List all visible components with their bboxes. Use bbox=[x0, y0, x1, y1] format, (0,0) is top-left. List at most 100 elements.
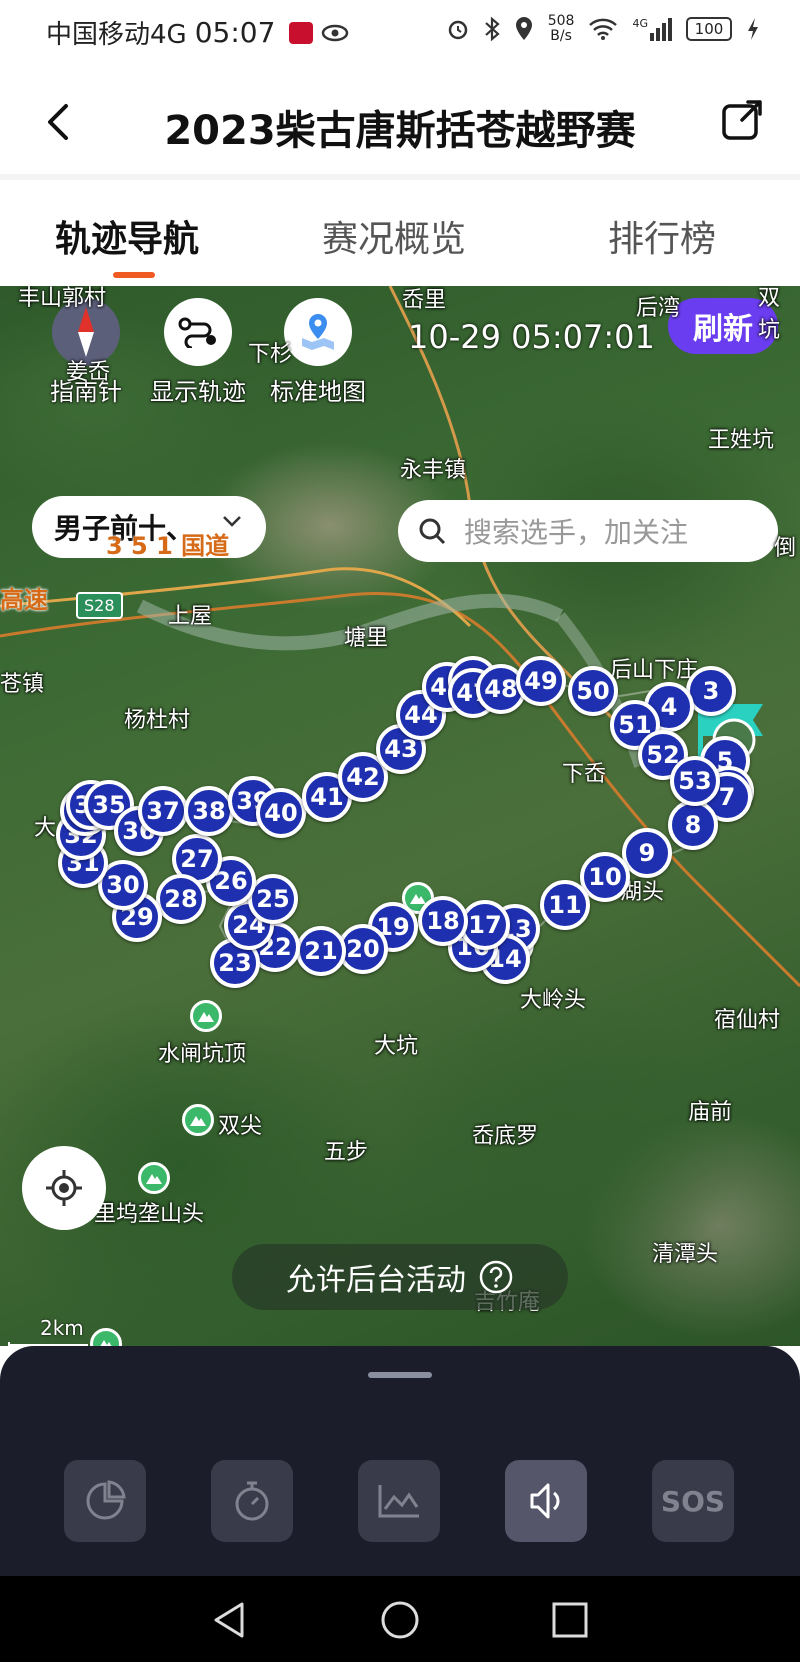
battery-icon: 100 bbox=[686, 17, 732, 41]
sheet-drag-handle[interactable] bbox=[368, 1372, 432, 1378]
sos-icon: SOS bbox=[660, 1484, 726, 1518]
place-label: 丰山郭村 bbox=[18, 286, 107, 311]
background-activity-banner[interactable]: 允许后台活动 bbox=[232, 1244, 568, 1310]
signal-bar bbox=[656, 28, 660, 41]
checkpoint-marker[interactable]: 8 bbox=[668, 800, 718, 850]
battery-level: 100 bbox=[694, 20, 724, 38]
checkpoint-marker[interactable]: 18 bbox=[418, 896, 468, 946]
share-icon[interactable] bbox=[720, 98, 764, 142]
place-label: 永丰镇 bbox=[400, 458, 467, 483]
place-label: 庙前 bbox=[688, 1100, 733, 1125]
tab-leaderboard[interactable]: 排行榜 bbox=[608, 210, 716, 262]
place-label: 双尖 bbox=[218, 1114, 263, 1139]
checkpoint-marker[interactable]: 21 bbox=[296, 926, 346, 976]
checkpoint-marker[interactable]: 49 bbox=[516, 656, 566, 706]
checkpoint-marker[interactable]: 50 bbox=[568, 666, 618, 716]
track-icon bbox=[164, 298, 232, 366]
signal-bar bbox=[650, 33, 654, 41]
place-label: 大岭头 bbox=[520, 988, 587, 1013]
status-bar: 中国移动4G 05:07 508 B/s 4G 100 bbox=[0, 0, 800, 62]
locate-icon bbox=[46, 1170, 82, 1206]
place-label: 岙底罗 bbox=[472, 1124, 539, 1149]
place-label: 上屋 bbox=[168, 604, 213, 629]
standard-map-label: 标准地图 bbox=[270, 378, 366, 406]
bluetooth-icon bbox=[484, 16, 500, 42]
bottom-sheet: SOS bbox=[0, 1346, 800, 1576]
mountain-icon bbox=[182, 1104, 214, 1136]
app-notification-icon bbox=[289, 21, 314, 44]
place-label: 后湾 bbox=[636, 296, 681, 321]
show-track-control[interactable]: 显示轨迹 bbox=[142, 298, 254, 407]
search-icon bbox=[419, 518, 446, 545]
place-label: 清潭头 bbox=[652, 1242, 719, 1267]
place-label: 五步 bbox=[324, 1140, 369, 1165]
system-nav-bar bbox=[0, 1576, 800, 1662]
tab-race-overview[interactable]: 赛况概览 bbox=[322, 210, 466, 262]
place-label: 岙里 bbox=[402, 288, 447, 313]
place-label: 下岙 bbox=[562, 762, 607, 787]
tab-bar: 轨迹导航 赛况概览 排行榜 bbox=[0, 174, 800, 286]
signal-bar bbox=[668, 18, 672, 41]
place-label: 双坑 bbox=[758, 286, 781, 343]
signal-type-label: 4G bbox=[632, 17, 648, 30]
signal-bar bbox=[662, 23, 666, 41]
show-track-label: 显示轨迹 bbox=[150, 378, 246, 406]
carrier-label: 中国移动4G bbox=[46, 20, 187, 50]
net-speed-value: 508 bbox=[547, 13, 575, 29]
checkpoint-marker[interactable]: 11 bbox=[540, 880, 590, 930]
page-title: 2023柴古唐斯括苍越野赛 bbox=[164, 108, 636, 154]
road-label: 高速 bbox=[0, 586, 48, 614]
place-label: 大坑 bbox=[374, 1034, 419, 1059]
stats-button[interactable] bbox=[64, 1460, 146, 1542]
place-label: 塘里 bbox=[344, 626, 389, 651]
compass-control[interactable]: 指南针 bbox=[36, 298, 136, 407]
eye-icon bbox=[322, 24, 349, 41]
mountain-icon bbox=[190, 1000, 222, 1032]
place-label: 杨杜村 bbox=[124, 708, 191, 733]
net-speed-unit: B/s bbox=[550, 28, 572, 44]
highway-badge-label: S28 bbox=[84, 596, 115, 615]
app-bar: 2023柴古唐斯括苍越野赛 bbox=[0, 62, 800, 174]
clock: 05:07 bbox=[194, 16, 276, 49]
place-label: 下杉 bbox=[248, 342, 293, 367]
checkpoint-marker[interactable]: 38 bbox=[184, 786, 234, 836]
pie-chart-icon bbox=[86, 1480, 126, 1520]
my-location-button[interactable] bbox=[22, 1146, 106, 1230]
nav-back-icon[interactable] bbox=[210, 1600, 250, 1640]
status-right: 508 B/s 4G 100 bbox=[446, 14, 760, 44]
checkpoint-marker[interactable]: 37 bbox=[138, 786, 188, 836]
nav-recents-icon[interactable] bbox=[550, 1600, 590, 1640]
elevation-button[interactable] bbox=[358, 1460, 440, 1542]
help-icon[interactable] bbox=[478, 1259, 514, 1295]
cellular-signal: 4G bbox=[632, 17, 672, 41]
tab-track-navigation[interactable]: 轨迹导航 bbox=[55, 210, 199, 262]
road-label: 3 5 1 国道 bbox=[106, 532, 230, 560]
stopwatch-icon bbox=[235, 1481, 269, 1521]
net-speed: 508 B/s bbox=[548, 14, 575, 44]
checkpoint-marker[interactable]: 40 bbox=[256, 788, 306, 838]
tab-indicator bbox=[113, 272, 155, 278]
place-label: 后山下庄 bbox=[610, 658, 699, 683]
app-screen: 中国移动4G 05:07 508 B/s 4G 100 2023柴古唐斯括苍越野… bbox=[0, 0, 800, 1662]
place-label: 宿仙村 bbox=[714, 1008, 781, 1033]
checkpoint-marker[interactable]: 53 bbox=[670, 756, 720, 806]
location-icon bbox=[515, 17, 532, 40]
background-activity-label: 允许后台活动 bbox=[286, 1263, 466, 1298]
search-input[interactable]: 搜索选手，加关注 bbox=[398, 500, 778, 562]
place-label: 王姓坑 bbox=[708, 428, 775, 453]
timer-button[interactable] bbox=[211, 1460, 293, 1542]
highway-badge: S28 bbox=[76, 592, 123, 619]
map-view[interactable]: 指南针 显示轨迹 标准地图 10-29 05:07:01 刷新 男子前十、 搜索… bbox=[0, 286, 800, 1346]
charging-icon bbox=[748, 18, 758, 40]
map-icon bbox=[284, 298, 352, 366]
place-label: 姜岙 bbox=[66, 360, 111, 385]
place-label: 大 bbox=[34, 816, 57, 841]
voice-icon bbox=[530, 1483, 560, 1519]
alarm-icon bbox=[448, 20, 467, 40]
voice-broadcast-button[interactable] bbox=[505, 1460, 587, 1542]
checkpoint-marker[interactable]: 9 bbox=[622, 828, 672, 878]
checkpoint-marker[interactable]: 28 bbox=[156, 874, 206, 924]
place-label: 里坞垄山头 bbox=[94, 1202, 205, 1227]
sos-button[interactable]: SOS bbox=[652, 1460, 734, 1542]
nav-home-icon[interactable] bbox=[380, 1600, 420, 1640]
